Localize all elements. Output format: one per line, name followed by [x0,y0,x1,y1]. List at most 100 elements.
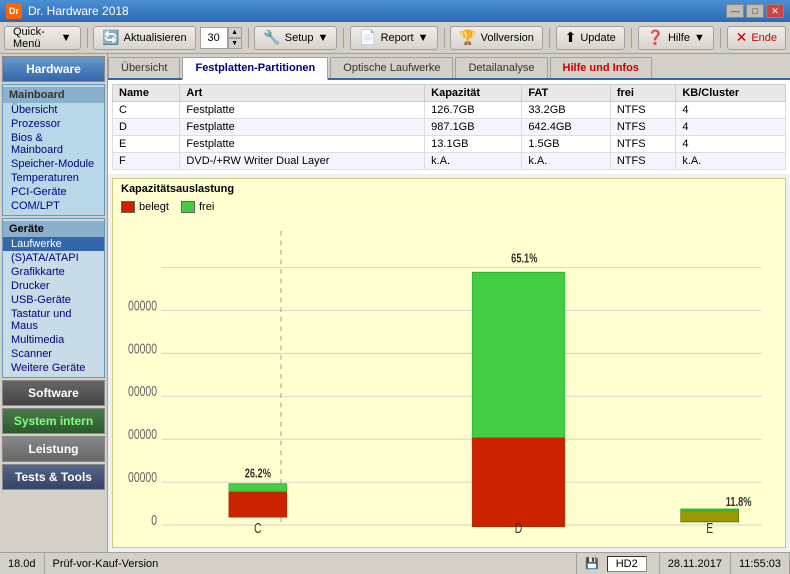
table-cell: NTFS [610,153,676,170]
legend-belegt-label: belegt [139,201,169,213]
hilfe-icon: ❓ [647,29,664,46]
spin-down-button[interactable]: ▼ [228,38,242,49]
legend-belegt-color [121,201,135,213]
hd-label: HD2 [616,558,638,570]
sep4 [444,28,445,48]
status-edition: Prüf-vor-Kauf-Version [45,553,577,574]
tab-optische[interactable]: Optische Laufwerke [330,57,453,78]
chart-svg-container: 0 00000 00000 00000 00000 00000 [113,215,785,533]
vollversion-button[interactable]: 🏆 Vollversion [450,26,543,50]
sidebar-item-speicher[interactable]: Speicher-Module [3,157,104,171]
hardware-label: Hardware [26,62,81,76]
table-row: FDVD-/+RW Writer Dual Layerk.A.k.A.NTFSk… [113,153,786,170]
table-cell: k.A. [676,153,786,170]
sep6 [631,28,632,48]
table-cell: C [113,102,180,119]
tab-festplatten[interactable]: Festplatten-Partitionen [182,57,328,80]
main-area: Hardware Mainboard Übersicht Prozessor B… [0,54,790,552]
time-label: 11:55:03 [739,558,781,570]
status-time: 11:55:03 [731,553,790,574]
sidebar-item-scanner[interactable]: Scanner [3,347,104,361]
col-frei: frei [610,85,676,102]
table-cell: NTFS [610,119,676,136]
table-cell: 1.5GB [522,136,611,153]
sidebar-item-grafikkarte[interactable]: Grafikkarte [3,265,104,279]
statusbar: 18.0d Prüf-vor-Kauf-Version 💾 HD2 28.11.… [0,552,790,574]
quick-menu-arrow: ▼ [61,32,72,44]
content-area: Übersicht Festplatten-Partitionen Optisc… [108,54,790,552]
report-arrow: ▼ [418,32,429,44]
leistung-header[interactable]: Leistung [2,436,105,462]
sidebar-item-prozessor[interactable]: Prozessor [3,117,104,131]
hardware-section: Hardware Mainboard Übersicht Prozessor B… [0,56,107,378]
tab-ubersicht[interactable]: Übersicht [108,57,180,78]
hardware-header[interactable]: Hardware [2,56,105,82]
sidebar: Hardware Mainboard Übersicht Prozessor B… [0,54,108,552]
sidebar-item-weitere[interactable]: Weitere Geräte [3,361,104,375]
bar-chart: 0 00000 00000 00000 00000 00000 [113,215,785,533]
close-button[interactable]: ✕ [766,4,784,18]
date-label: 28.11.2017 [668,558,722,570]
hilfe-arrow: ▼ [694,32,705,44]
interval-input[interactable]: 30 [200,27,228,49]
report-button[interactable]: 📄 Report ▼ [350,26,437,50]
sidebar-item-usb[interactable]: USB-Geräte [3,293,104,307]
sidebar-item-ubersicht[interactable]: Übersicht [3,103,104,117]
partition-table-area: Name Art Kapazität FAT frei KB/Cluster C… [108,80,790,174]
toolbar: Quick-Menü ▼ 🔄 Aktualisieren 30 ▲ ▼ 🔧 Se… [0,22,790,54]
maximize-button[interactable]: □ [746,4,764,18]
status-hd: 💾 HD2 [577,553,660,574]
bar-d-used [472,438,565,527]
bar-d-free [472,272,565,437]
table-cell: D [113,119,180,136]
mainboard-subsection: Mainboard Übersicht Prozessor Bios & Mai… [2,84,105,216]
bar-c-used [229,492,287,517]
table-cell: DVD-/+RW Writer Dual Layer [180,153,425,170]
sidebar-item-pci[interactable]: PCI-Geräte [3,185,104,199]
minimize-button[interactable]: — [726,4,744,18]
sidebar-item-drucker[interactable]: Drucker [3,279,104,293]
sidebar-item-sata[interactable]: (S)ATA/ATAPI [3,251,104,265]
chart-area: Kapazitätsauslastung belegt frei 0 00000… [112,178,786,548]
setup-label: Setup [285,32,314,44]
svg-text:00000: 00000 [128,298,157,314]
sidebar-item-bios[interactable]: Bios & Mainboard [3,131,104,157]
col-name: Name [113,85,180,102]
report-label: Report [381,32,414,44]
svg-text:C: C [254,520,262,533]
sidebar-item-temperaturen[interactable]: Temperaturen [3,171,104,185]
ende-label: Ende [751,32,777,44]
chart-title: Kapazitätsauslastung [113,179,785,199]
sidebar-item-laufwerke[interactable]: Laufwerke [3,237,104,251]
hilfe-button[interactable]: ❓ Hilfe ▼ [638,26,714,50]
sidebar-item-comlpt[interactable]: COM/LPT [3,199,104,213]
sidebar-item-tastatur[interactable]: Tastatur und Maus [3,307,104,333]
software-section: Software [0,380,107,406]
partition-table: Name Art Kapazität FAT frei KB/Cluster C… [112,84,786,170]
ende-button[interactable]: ✕ Ende [727,26,786,50]
svg-text:0: 0 [151,512,157,528]
tab-detailanalyse[interactable]: Detailanalyse [455,57,547,78]
vollversion-label: Vollversion [481,32,534,44]
software-header[interactable]: Software [2,380,105,406]
update-button[interactable]: ⬆ Update [556,26,625,50]
col-fat: FAT [522,85,611,102]
status-date: 28.11.2017 [660,553,731,574]
version-label: 18.0d [8,558,36,570]
svg-text:00000: 00000 [128,427,157,443]
quick-menu-button[interactable]: Quick-Menü ▼ [4,26,81,50]
sep3 [343,28,344,48]
setup-button[interactable]: 🔧 Setup ▼ [254,26,337,50]
spin-up-button[interactable]: ▲ [228,27,242,38]
table-cell: 13.1GB [425,136,522,153]
table-cell: k.A. [425,153,522,170]
sep1 [87,28,88,48]
tests-tools-header[interactable]: Tests & Tools [2,464,105,490]
table-cell: 987.1GB [425,119,522,136]
sidebar-item-multimedia[interactable]: Multimedia [3,333,104,347]
system-intern-header[interactable]: System intern [2,408,105,434]
geraete-subsection: Geräte Laufwerke (S)ATA/ATAPI Grafikkart… [2,218,105,378]
refresh-button[interactable]: 🔄 Aktualisieren [93,26,195,50]
tab-hilfe[interactable]: Hilfe und Infos [550,57,652,78]
chart-legend: belegt frei [113,199,785,215]
